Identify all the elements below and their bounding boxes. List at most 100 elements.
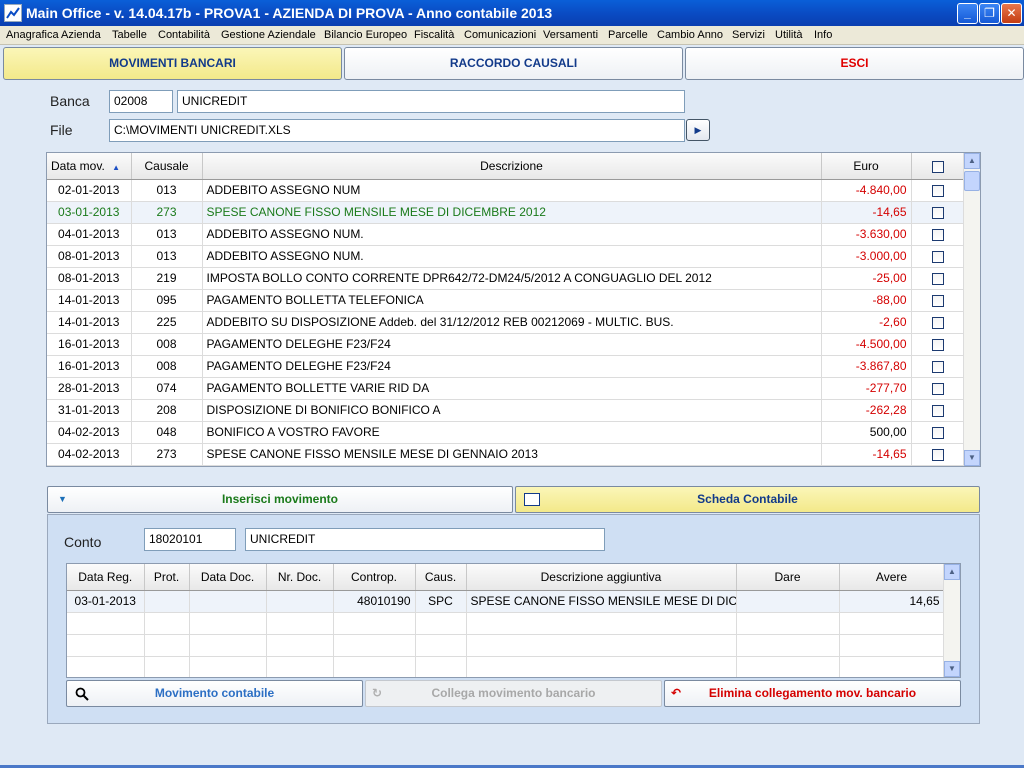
col-data-reg[interactable]: Data Reg. <box>67 564 145 591</box>
movement-checkbox[interactable] <box>931 228 944 241</box>
movement-checkbox[interactable] <box>931 316 944 329</box>
movement-causale: 013 <box>131 223 203 246</box>
movement-checkbox[interactable] <box>931 426 944 439</box>
scheda-panel: Conto 18020101 UNICREDIT Data Reg. Prot.… <box>47 514 980 724</box>
movement-causale: 208 <box>131 399 203 422</box>
esci-button[interactable]: ESCI <box>685 47 1024 80</box>
movement-check-cell <box>911 443 965 466</box>
movement-causale: 013 <box>131 245 203 268</box>
menu-versamenti[interactable]: Versamenti <box>543 29 598 41</box>
col-prot[interactable]: Prot. <box>144 564 190 591</box>
col-causale[interactable]: Causale <box>131 153 203 180</box>
file-path-field[interactable]: C:\MOVIMENTI UNICREDIT.XLS <box>109 119 685 142</box>
movement-row-selected[interactable]: 03-01-2013 273 SPESE CANONE FISSO MENSIL… <box>47 201 965 224</box>
close-button[interactable]: ✕ <box>1001 3 1022 24</box>
col-descrizione[interactable]: Descrizione <box>202 153 822 180</box>
movement-amount: -277,70 <box>821 377 912 400</box>
movimento-contabile-label: Movimento contabile <box>154 686 275 700</box>
col-select-all[interactable] <box>911 153 965 180</box>
menu-contabilita[interactable]: Contabilità <box>158 29 210 41</box>
movement-row[interactable]: 08-01-2013 219 IMPOSTA BOLLO CONTO CORRE… <box>47 267 965 290</box>
movement-row[interactable]: 04-02-2013 048 BONIFICO A VOSTRO FAVORE … <box>47 421 965 444</box>
conto-code-field[interactable]: 18020101 <box>144 528 236 551</box>
movement-row[interactable]: 14-01-2013 225 ADDEBITO SU DISPOSIZIONE … <box>47 311 965 334</box>
entries-scrollbar[interactable]: ▲ ▼ <box>943 564 960 677</box>
banca-label: Banca <box>50 93 90 109</box>
movement-row[interactable]: 28-01-2013 074 PAGAMENTO BOLLETTE VARIE … <box>47 377 965 400</box>
entries-table: Data Reg. Prot. Data Doc. Nr. Doc. Contr… <box>67 564 945 677</box>
col-dare[interactable]: Dare <box>736 564 840 591</box>
movements-header-row: Data mov. ▲ Causale Descrizione Euro <box>47 153 965 180</box>
movement-causale: 008 <box>131 333 203 356</box>
menu-comunicazioni[interactable]: Comunicazioni <box>464 29 536 41</box>
tab-raccordo-causali[interactable]: RACCORDO CAUSALI <box>344 47 683 80</box>
col-avere[interactable]: Avere <box>839 564 945 591</box>
entry-descrizione: SPESE CANONE FISSO MENSILE MESE DI DICE <box>466 590 737 613</box>
movimento-contabile-button[interactable]: Movimento contabile <box>66 680 363 707</box>
entry-row-empty <box>67 634 945 657</box>
col-euro[interactable]: Euro <box>821 153 912 180</box>
menu-parcelle[interactable]: Parcelle <box>608 29 648 41</box>
col-data-mov[interactable]: Data mov. ▲ <box>47 153 132 180</box>
movement-date: 14-01-2013 <box>47 289 132 312</box>
scheda-contabile-button[interactable]: Scheda Contabile <box>515 486 980 513</box>
movement-row[interactable]: 16-01-2013 008 PAGAMENTO DELEGHE F23/F24… <box>47 333 965 356</box>
banca-code-field[interactable]: 02008 <box>109 90 173 113</box>
movement-causale: 048 <box>131 421 203 444</box>
movement-checkbox[interactable] <box>931 448 944 461</box>
menu-info[interactable]: Info <box>814 29 832 41</box>
movement-checkbox[interactable] <box>931 250 944 263</box>
movement-row[interactable]: 31-01-2013 208 DISPOSIZIONE DI BONIFICO … <box>47 399 965 422</box>
col-caus[interactable]: Caus. <box>415 564 467 591</box>
movement-amount: -88,00 <box>821 289 912 312</box>
menu-cambio-anno[interactable]: Cambio Anno <box>657 29 723 41</box>
conto-name-field[interactable]: UNICREDIT <box>245 528 605 551</box>
scroll-down-arrow-icon[interactable]: ▼ <box>944 661 960 677</box>
movement-row[interactable]: 04-02-2013 273 SPESE CANONE FISSO MENSIL… <box>47 443 965 466</box>
menu-bilancio-europeo[interactable]: Bilancio Europeo <box>324 29 407 41</box>
movement-check-cell <box>911 223 965 246</box>
movement-checkbox[interactable] <box>931 338 944 351</box>
menu-servizi[interactable]: Servizi <box>732 29 765 41</box>
movement-checkbox[interactable] <box>931 404 944 417</box>
select-all-checkbox[interactable] <box>931 160 944 173</box>
col-nr-doc[interactable]: Nr. Doc. <box>266 564 334 591</box>
collega-movimento-bancario-button[interactable]: ↻ Collega movimento bancario <box>365 680 662 707</box>
menu-fiscalita[interactable]: Fiscalità <box>414 29 454 41</box>
file-label: File <box>50 122 73 138</box>
movement-row[interactable]: 02-01-2013 013 ADDEBITO ASSEGNO NUM -4.8… <box>47 179 965 202</box>
menu-tabelle[interactable]: Tabelle <box>112 29 147 41</box>
movement-row[interactable]: 08-01-2013 013 ADDEBITO ASSEGNO NUM. -3.… <box>47 245 965 268</box>
menu-anagrafica-azienda[interactable]: Anagrafica Azienda <box>6 29 101 41</box>
movement-row[interactable]: 16-01-2013 008 PAGAMENTO DELEGHE F23/F24… <box>47 355 965 378</box>
scroll-down-arrow-icon[interactable]: ▼ <box>964 450 980 466</box>
entry-row[interactable]: 03-01-2013 48010190 SPC SPESE CANONE FIS… <box>67 590 945 613</box>
movement-checkbox[interactable] <box>931 360 944 373</box>
movement-check-cell <box>911 245 965 268</box>
banca-name-field[interactable]: UNICREDIT <box>177 90 685 113</box>
movement-checkbox[interactable] <box>931 272 944 285</box>
movement-row[interactable]: 14-01-2013 095 PAGAMENTO BOLLETTA TELEFO… <box>47 289 965 312</box>
movement-checkbox[interactable] <box>931 184 944 197</box>
col-controp[interactable]: Controp. <box>333 564 416 591</box>
scroll-up-arrow-icon[interactable]: ▲ <box>964 153 980 169</box>
minimize-button[interactable]: _ <box>957 3 978 24</box>
col-data-doc[interactable]: Data Doc. <box>189 564 267 591</box>
movement-checkbox[interactable] <box>931 294 944 307</box>
movement-checkbox[interactable] <box>931 382 944 395</box>
scroll-up-arrow-icon[interactable]: ▲ <box>944 564 960 580</box>
elimina-collegamento-button[interactable]: ↶ Elimina collegamento mov. bancario <box>664 680 961 707</box>
col-descrizione-aggiuntiva[interactable]: Descrizione aggiuntiva <box>466 564 737 591</box>
magnifier-icon <box>75 685 89 710</box>
movement-causale: 273 <box>131 201 203 224</box>
maximize-button[interactable]: ❐ <box>979 3 1000 24</box>
tab-movimenti-bancari[interactable]: MOVIMENTI BANCARI <box>3 47 342 80</box>
movement-row[interactable]: 04-01-2013 013 ADDEBITO ASSEGNO NUM. -3.… <box>47 223 965 246</box>
browse-file-button[interactable]: ▶ <box>686 119 710 141</box>
menu-gestione-aziendale[interactable]: Gestione Aziendale <box>221 29 316 41</box>
inserisci-movimento-button[interactable]: ▼ Inserisci movimento <box>47 486 513 513</box>
movement-checkbox[interactable] <box>931 206 944 219</box>
movements-scrollbar[interactable]: ▲ ▼ <box>963 153 980 466</box>
scroll-thumb[interactable] <box>964 171 980 191</box>
menu-utilita[interactable]: Utilità <box>775 29 803 41</box>
